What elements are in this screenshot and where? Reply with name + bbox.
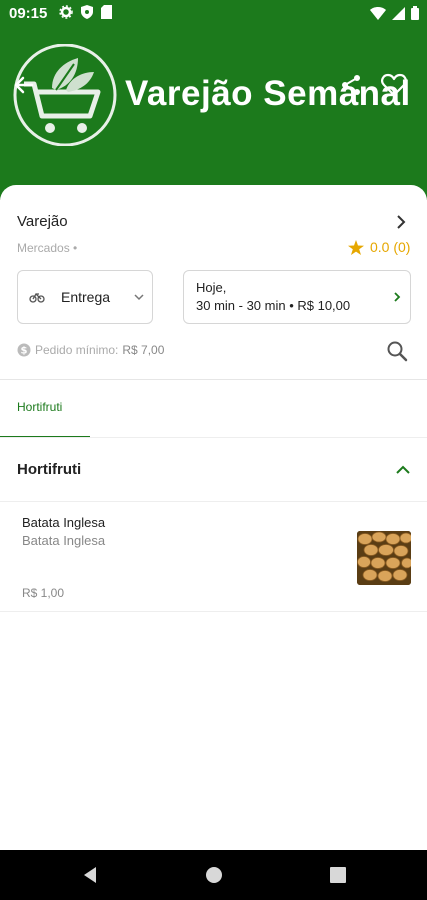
battery-icon [411,6,419,20]
share-icon[interactable] [339,73,363,97]
sim-card-icon [101,5,112,19]
svg-text:$: $ [21,346,28,357]
brand-name: Varejão Semanal [125,74,411,113]
tab-hortifruti[interactable]: Hortifruti [0,380,90,438]
minimum-order: $ Pedido mínimo: R$ 7,00 [17,343,164,357]
money-icon: $ [17,343,31,357]
chevron-right-icon [394,292,401,302]
product-description: Batata Inglesa [22,533,106,548]
star-icon [348,239,364,255]
section-title: Hortifruti [17,461,82,478]
store-header: 09:15 Varejão Semanal [0,0,427,200]
settings-icon [59,5,73,19]
product-item[interactable]: Batata Inglesa Batata Inglesa R$ 1,00 [0,502,427,612]
category-section-header[interactable]: Hortifruti [0,438,427,502]
heart-outline-icon[interactable] [381,73,407,97]
product-name: Batata Inglesa [22,515,106,530]
status-bar: 09:15 [0,0,427,28]
chevron-up-icon [396,465,410,474]
recents-square-icon[interactable] [328,865,348,885]
shield-icon [81,5,93,19]
status-time: 09:15 [9,5,48,22]
store-rating[interactable]: 0.0 (0) [348,239,410,255]
home-circle-icon[interactable] [204,865,224,885]
store-category: Mercados • [17,241,78,255]
rating-value: 0.0 (0) [370,239,411,255]
product-price: R$ 1,00 [22,586,65,600]
wifi-icon [370,6,386,20]
schedule-day: Hoje, [196,280,227,295]
schedule-details: 30 min - 30 min • R$ 10,00 [196,298,351,313]
minimum-order-value: R$ 7,00 [122,343,165,357]
signal-icon [392,6,405,20]
schedule-select[interactable]: Hoje, 30 min - 30 min • R$ 10,00 [183,270,411,324]
delivery-mode-label: Entrega [61,289,111,305]
chevron-right-icon[interactable] [395,215,407,229]
store-name[interactable]: Varejão [17,213,68,230]
back-arrow-icon[interactable] [12,73,36,97]
search-icon[interactable] [386,340,408,362]
bike-icon [29,292,45,303]
system-navigation-bar [0,850,427,900]
product-image [357,531,411,585]
tab-label: Hortifruti [17,400,63,414]
chevron-down-icon [134,294,144,301]
back-triangle-icon[interactable] [80,865,100,885]
delivery-mode-select[interactable]: Entrega [17,270,153,324]
minimum-order-label: Pedido mínimo: [35,343,119,357]
